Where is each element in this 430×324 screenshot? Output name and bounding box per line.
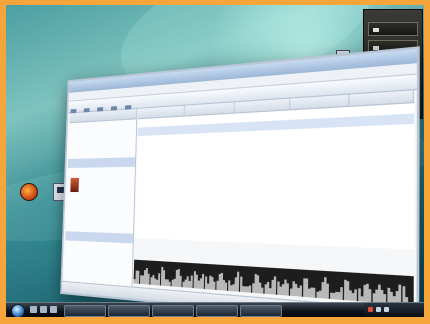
file-list[interactable] xyxy=(134,90,415,250)
tray-icon[interactable] xyxy=(376,307,381,312)
taskbar-button[interactable] xyxy=(240,305,282,317)
quick-launch-icon[interactable] xyxy=(40,306,47,313)
tray-icon[interactable] xyxy=(384,307,389,312)
taskbar xyxy=(6,302,424,317)
desktop xyxy=(6,5,424,317)
album-art-thumbnail xyxy=(70,177,80,192)
system-tray xyxy=(364,303,424,317)
firefox-icon[interactable] xyxy=(20,183,38,201)
taskbar-button[interactable] xyxy=(196,305,238,317)
album-art-item[interactable] xyxy=(67,176,135,195)
gadget-title xyxy=(364,11,422,20)
gadget-icon xyxy=(373,45,379,50)
taskbar-button[interactable] xyxy=(108,305,150,317)
taskbar-button[interactable] xyxy=(152,305,194,317)
taskbar-button[interactable] xyxy=(64,305,106,317)
media-explorer-window[interactable] xyxy=(60,46,420,317)
start-button[interactable] xyxy=(11,304,25,317)
flip3d-window-wrapper xyxy=(60,46,420,317)
quick-launch-icon[interactable] xyxy=(50,306,57,313)
folder-tree[interactable] xyxy=(63,108,138,290)
tray-icon[interactable] xyxy=(368,307,373,312)
gadget-item[interactable] xyxy=(368,22,418,36)
gadget-icon xyxy=(373,27,379,32)
quick-launch-icon[interactable] xyxy=(30,306,37,313)
